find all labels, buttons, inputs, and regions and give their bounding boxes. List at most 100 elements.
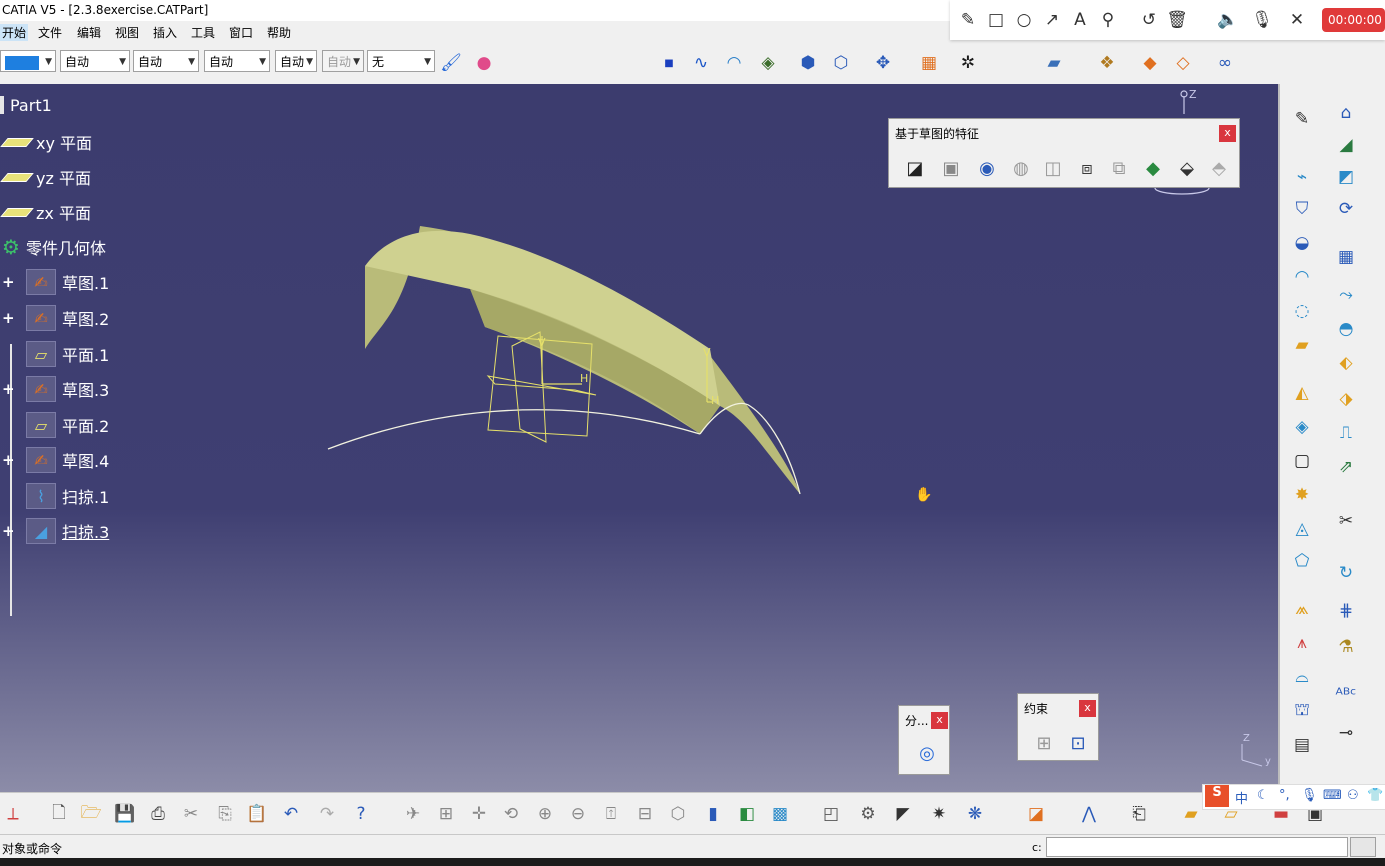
point-type-dropdown[interactable]: 自动 ▼ bbox=[275, 50, 317, 72]
extract-tool-icon[interactable]: ⎍ bbox=[1332, 420, 1360, 446]
layer-dropdown[interactable]: 无 ▼ bbox=[367, 50, 435, 72]
groove-icon[interactable]: ◍ bbox=[1007, 155, 1035, 181]
point-tool-icon[interactable]: ⌂ bbox=[1332, 100, 1360, 126]
render-icon[interactable]: ❖ bbox=[1094, 50, 1120, 76]
rotate-view-icon[interactable]: ⟲ bbox=[498, 801, 524, 827]
multi-view-icon[interactable]: ⊟ bbox=[632, 801, 658, 827]
ruler-icon[interactable]: ⟂ bbox=[0, 801, 26, 827]
highlighter-icon[interactable]: ⚲ bbox=[1096, 8, 1120, 32]
menu-help[interactable]: 帮助 bbox=[267, 24, 291, 41]
translate-icon[interactable]: ⇗ bbox=[1332, 454, 1360, 480]
skin-icon[interactable]: ⚇ bbox=[1347, 788, 1359, 803]
microphone-icon[interactable]: 🎙 bbox=[1301, 788, 1318, 803]
expand-icon[interactable]: + bbox=[2, 311, 16, 326]
grid-surface-icon[interactable]: ▦ bbox=[1332, 244, 1360, 270]
print-icon[interactable]: ⎙ bbox=[145, 801, 171, 827]
material-icon[interactable]: ● bbox=[471, 50, 497, 76]
measure-between-icon[interactable]: ◪ bbox=[1023, 801, 1049, 827]
expand-icon[interactable]: + bbox=[2, 382, 16, 397]
rendering-dropdown[interactable]: 自动 ▼ bbox=[322, 50, 364, 72]
ime-mode[interactable]: 中 bbox=[1235, 788, 1248, 807]
close-icon[interactable]: ✕ bbox=[1285, 8, 1309, 32]
fit-all-icon[interactable]: ⊞ bbox=[433, 801, 459, 827]
guide-curve[interactable] bbox=[327, 409, 701, 450]
surface-analysis-icon[interactable]: ⌓ bbox=[1288, 664, 1316, 690]
zoom-out-icon[interactable]: ⊖ bbox=[565, 801, 591, 827]
pattern-icon[interactable]: ⋕ bbox=[1332, 598, 1360, 624]
tree-item[interactable]: + ✍ 草图.1 bbox=[2, 269, 109, 295]
keyboard-icon[interactable]: ⌨ bbox=[1323, 788, 1342, 803]
moon-icon[interactable]: ☾ bbox=[1257, 788, 1269, 803]
join-icon[interactable]: ⬖ bbox=[1332, 350, 1360, 376]
scaling-icon[interactable]: ◬ bbox=[1288, 516, 1316, 542]
undo-icon[interactable]: ↶ bbox=[278, 801, 304, 827]
line-thickness-dropdown[interactable]: 自动 ▼ bbox=[133, 50, 199, 72]
annotation-icon[interactable]: ᴬᴮᶜ bbox=[1332, 682, 1360, 708]
draft-icon[interactable]: ✷ bbox=[926, 801, 952, 827]
catalog-icon[interactable]: ▤ bbox=[1288, 732, 1316, 758]
fly-mode-icon[interactable]: ✈ bbox=[400, 801, 426, 827]
part-design-icon[interactable]: ◰ bbox=[818, 801, 844, 827]
sogou-logo-icon[interactable]: S bbox=[1205, 785, 1229, 807]
fillet-tool-icon[interactable]: ◤ bbox=[890, 801, 916, 827]
circle-icon[interactable]: ○ bbox=[1012, 8, 1036, 32]
constraint-dialog-icon[interactable]: ⊞ bbox=[1030, 730, 1058, 756]
expand-icon[interactable]: + bbox=[2, 453, 16, 468]
open-icon[interactable]: 🗁 bbox=[78, 801, 104, 827]
box-icon[interactable]: ⬢ bbox=[795, 50, 821, 76]
point-icon[interactable]: ■ bbox=[656, 50, 682, 76]
extract-icon[interactable]: ◈ bbox=[755, 50, 781, 76]
pan-icon[interactable]: ✛ bbox=[466, 801, 492, 827]
swap-space-icon[interactable]: ▩ bbox=[767, 801, 793, 827]
line-type-dropdown[interactable]: 自动 ▼ bbox=[204, 50, 270, 72]
redo-icon[interactable]: ↷ bbox=[314, 801, 340, 827]
surface-icon[interactable]: ◠ bbox=[721, 50, 747, 76]
wireframe-icon[interactable]: ⌁ bbox=[1288, 164, 1316, 190]
menu-file[interactable]: 文件 bbox=[38, 24, 62, 41]
tree-item[interactable]: ▱ 平面.2 bbox=[26, 412, 109, 438]
hole-icon[interactable]: ◫ bbox=[1039, 155, 1067, 181]
menu-edit[interactable]: 编辑 bbox=[77, 24, 101, 41]
settings-gear-icon[interactable]: ⚙ bbox=[855, 801, 881, 827]
tree-item[interactable]: ▱ 平面.1 bbox=[26, 341, 109, 367]
punctuation-icon[interactable]: °, bbox=[1279, 788, 1290, 803]
sphere-icon[interactable]: ◒ bbox=[1288, 230, 1316, 256]
plane-tool-icon[interactable]: ◩ bbox=[1332, 164, 1360, 190]
rib-icon[interactable]: ⧈ bbox=[1073, 155, 1101, 181]
shading-icon[interactable]: ◆ bbox=[1137, 50, 1163, 76]
trim-icon[interactable]: ⬗ bbox=[1332, 386, 1360, 412]
spline-icon[interactable]: ∿ bbox=[688, 50, 714, 76]
extrude-icon[interactable]: ⛉ bbox=[1288, 196, 1316, 222]
speaker-icon[interactable]: 🔈 bbox=[1216, 8, 1240, 32]
tree-item[interactable]: + ✍ 草图.3 bbox=[2, 376, 109, 402]
fill-icon[interactable]: ◌ bbox=[1288, 298, 1316, 324]
tree-item[interactable]: zx 平面 bbox=[0, 199, 91, 225]
solid-combine-icon[interactable]: ◆ bbox=[1139, 155, 1167, 181]
cut-icon[interactable]: ✂ bbox=[178, 801, 204, 827]
tree-item[interactable]: ⌇ 扫掠.1 bbox=[26, 483, 109, 509]
microphone-icon[interactable]: 🎙 bbox=[1250, 8, 1274, 32]
transform-icon[interactable]: ✥ bbox=[870, 50, 896, 76]
symmetry-icon[interactable]: ✂ bbox=[1332, 508, 1360, 534]
hide-show-icon[interactable]: ◧ bbox=[734, 801, 760, 827]
command-button[interactable] bbox=[1350, 837, 1376, 857]
menu-view[interactable]: 视图 bbox=[115, 24, 139, 41]
tree-item[interactable]: + ✍ 草图.4 bbox=[2, 447, 109, 473]
tree-item[interactable]: + ✍ 草图.2 bbox=[2, 305, 109, 331]
offset-icon[interactable]: ◠ bbox=[1288, 264, 1316, 290]
box-hollow-icon[interactable]: ⬡ bbox=[828, 50, 854, 76]
expand-icon[interactable]: + bbox=[2, 524, 16, 539]
split-icon[interactable]: ◭ bbox=[1288, 380, 1316, 406]
rectangle-icon[interactable]: □ bbox=[984, 8, 1008, 32]
pad-icon[interactable]: ◪ bbox=[901, 155, 929, 181]
analysis-icon[interactable]: ◎ bbox=[913, 740, 941, 766]
whats-this-icon[interactable]: ? bbox=[348, 801, 374, 827]
color-dropdown[interactable]: ▼ bbox=[0, 50, 56, 72]
boundary-icon[interactable]: ◈ bbox=[1288, 414, 1316, 440]
new-icon[interactable]: 🗋 bbox=[46, 801, 72, 827]
menu-insert[interactable]: 插入 bbox=[153, 24, 177, 41]
pocket-icon[interactable]: ▣ bbox=[937, 155, 965, 181]
law-icon[interactable]: ⩚ bbox=[1288, 630, 1316, 656]
copy-icon[interactable]: ⎘ bbox=[212, 801, 238, 827]
plane-system-icon[interactable]: ▰ bbox=[1178, 801, 1204, 827]
